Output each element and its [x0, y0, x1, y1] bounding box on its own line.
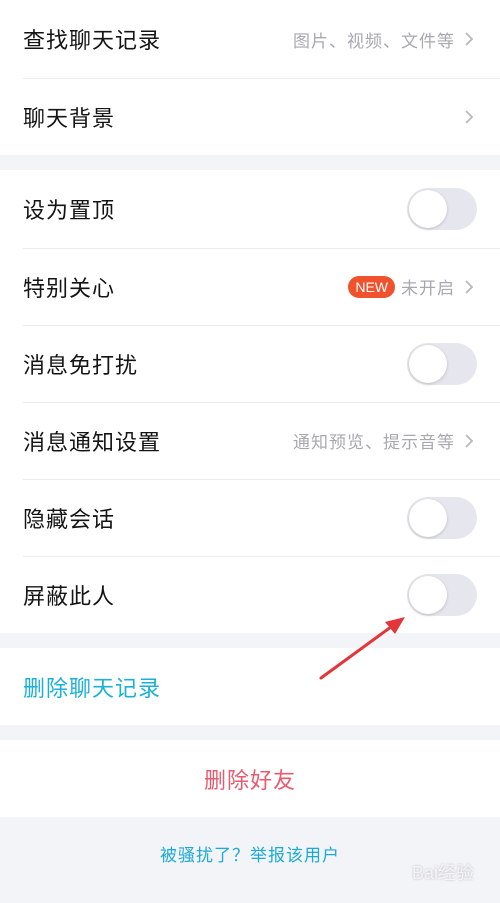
do-not-disturb-label: 消息免打扰: [23, 353, 139, 379]
delete-friend-button[interactable]: 删除好友: [0, 740, 500, 817]
hide-chat-row: 隐藏会话: [0, 479, 500, 556]
toggle-knob: [409, 575, 447, 614]
do-not-disturb-row: 消息免打扰: [0, 325, 500, 402]
delete-chat-history-button[interactable]: 删除聊天记录: [0, 648, 500, 725]
chat-background-label: 聊天背景: [23, 106, 116, 132]
hide-chat-toggle[interactable]: [407, 496, 477, 539]
special-care-status: 未开启: [401, 279, 455, 299]
notification-settings-row[interactable]: 消息通知设置 通知预览、提示音等: [0, 402, 500, 479]
search-chat-history-hint: 图片、视频、文件等: [293, 31, 455, 52]
chevron-right-icon: [461, 430, 477, 452]
toggle-knob: [409, 190, 447, 228]
do-not-disturb-toggle[interactable]: [407, 342, 477, 385]
delete-chat-history-label: 删除聊天记录: [23, 676, 162, 702]
report-user-label: 被骚扰了？举报该用户: [160, 845, 340, 866]
notification-settings-right: 通知预览、提示音等: [293, 428, 477, 453]
chat-settings-group-1: 查找聊天记录 图片、视频、文件等 聊天背景: [0, 0, 500, 155]
special-care-label: 特别关心: [23, 276, 116, 302]
chevron-right-icon: [461, 28, 477, 50]
hide-chat-label: 隐藏会话: [23, 507, 116, 533]
notification-settings-hint: 通知预览、提示音等: [293, 433, 455, 453]
toggle-knob: [409, 498, 447, 537]
search-chat-history-label: 查找聊天记录: [23, 29, 162, 54]
chevron-right-icon: [461, 106, 477, 128]
watermark-logo: Bai经验: [411, 863, 474, 883]
pin-top-row: 设为置顶: [0, 170, 500, 248]
block-user-row: 屏蔽此人: [0, 556, 500, 633]
block-user-toggle[interactable]: [407, 573, 477, 616]
block-user-label: 屏蔽此人: [23, 584, 116, 610]
annotation-arrow-icon: [319, 617, 405, 680]
chat-settings-group-2: 设为置顶 特别关心 NEW 未开启 消息免打扰 消息通知设置 通知预览、提示音等…: [0, 170, 500, 633]
new-badge: NEW: [348, 275, 395, 298]
chat-background-right: [455, 106, 477, 128]
notification-settings-label: 消息通知设置: [23, 430, 162, 456]
delete-friend-label: 删除好友: [203, 768, 296, 794]
search-chat-history-right: 图片、视频、文件等: [293, 27, 477, 52]
toggle-knob: [409, 344, 447, 383]
pin-top-label: 设为置顶: [23, 199, 116, 224]
special-care-row[interactable]: 特别关心 NEW 未开启: [0, 248, 500, 325]
chevron-right-icon: [461, 276, 477, 298]
pin-top-toggle[interactable]: [407, 188, 477, 230]
search-chat-history-row[interactable]: 查找聊天记录 图片、视频、文件等: [0, 0, 500, 78]
special-care-right: NEW 未开启: [348, 274, 477, 299]
chat-background-row[interactable]: 聊天背景: [0, 78, 500, 155]
